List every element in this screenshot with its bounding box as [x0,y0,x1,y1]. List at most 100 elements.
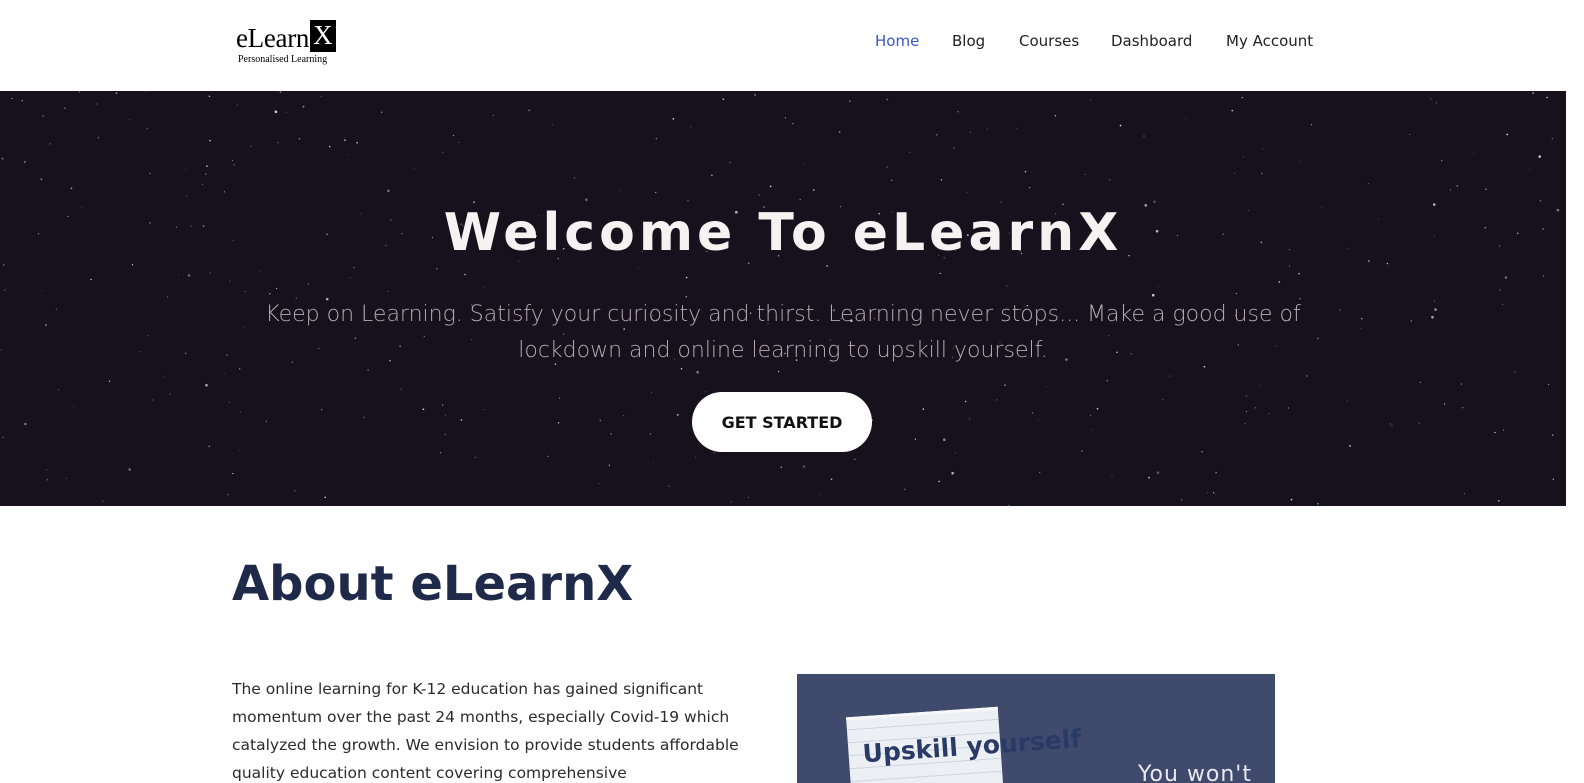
star [21,100,23,102]
star [1084,174,1086,176]
star [966,191,968,193]
star [696,370,699,374]
star [460,419,463,421]
star [547,455,549,457]
star [1449,189,1452,191]
star [986,128,988,130]
star [1538,155,1541,158]
star [1499,289,1501,291]
star [1551,434,1554,436]
star [713,452,716,454]
star [1092,429,1094,431]
star [1548,384,1550,386]
star [890,179,893,182]
star [206,165,208,167]
star [711,174,713,177]
hero-section: Welcome To eLearnX Keep on Learning. Sat… [0,91,1566,506]
star [599,419,602,422]
star [953,147,955,149]
star [559,397,561,399]
star [70,187,73,190]
star [1532,92,1534,94]
star [1317,503,1319,505]
nav-item-blog[interactable]: Blog [952,32,985,50]
star [233,164,235,166]
star [232,472,234,475]
hero-title: Welcome To eLearnX [443,203,1123,263]
nav-item-home[interactable]: Home [875,32,919,50]
star [1242,156,1244,158]
star [1148,476,1150,479]
star [528,109,531,112]
star [1430,98,1432,100]
star [231,159,234,162]
star [1169,375,1171,377]
star [1409,133,1411,136]
star [45,393,47,395]
nav-item-courses[interactable]: Courses [1019,32,1079,50]
star [184,352,187,355]
star [608,464,610,466]
star [344,139,346,142]
star [1108,179,1111,181]
star [1485,188,1487,190]
star [90,278,92,281]
star [324,496,326,499]
star [187,274,191,277]
star [854,458,856,460]
star [285,112,287,114]
star [1494,431,1496,434]
star [965,400,967,403]
star [1037,419,1039,421]
star [294,489,296,492]
get-started-button[interactable]: GET STARTED [692,392,872,452]
star [2,264,5,266]
star [557,421,560,424]
star [1514,371,1516,373]
star [939,272,941,275]
star [687,199,689,202]
nav-item-my-account[interactable]: My Account [1226,32,1313,50]
star [58,389,60,391]
star [185,169,187,171]
star [1473,153,1475,155]
star [1360,327,1362,329]
star [1185,118,1187,120]
star [129,118,131,120]
nav-item-dashboard[interactable]: Dashboard [1111,32,1192,50]
star [444,414,446,416]
star [1006,285,1008,287]
star [444,434,446,435]
about-title: About eLearnX [232,556,634,612]
star [951,471,954,475]
star [1231,109,1234,112]
star [909,151,911,154]
star [115,92,118,94]
star [205,173,207,175]
about-body-text: The online learning for K-12 education h… [232,680,739,782]
star [1254,407,1257,409]
star [598,482,600,485]
star [849,100,851,102]
star [321,408,323,411]
star [1045,386,1047,388]
star [436,267,438,270]
page-scrollbar[interactable] [1566,91,1584,783]
star [1418,422,1420,424]
star [1546,96,1548,99]
star [1462,407,1464,409]
star [1096,407,1099,410]
star [1456,185,1458,187]
star [1287,407,1290,409]
star [1089,415,1092,417]
star [1431,315,1434,319]
star [442,152,444,154]
star [769,185,772,188]
star [205,383,208,387]
star [1,157,4,160]
star [1443,403,1446,405]
star [1346,400,1349,402]
star [1259,384,1261,386]
star [1367,183,1369,185]
star [228,401,230,403]
